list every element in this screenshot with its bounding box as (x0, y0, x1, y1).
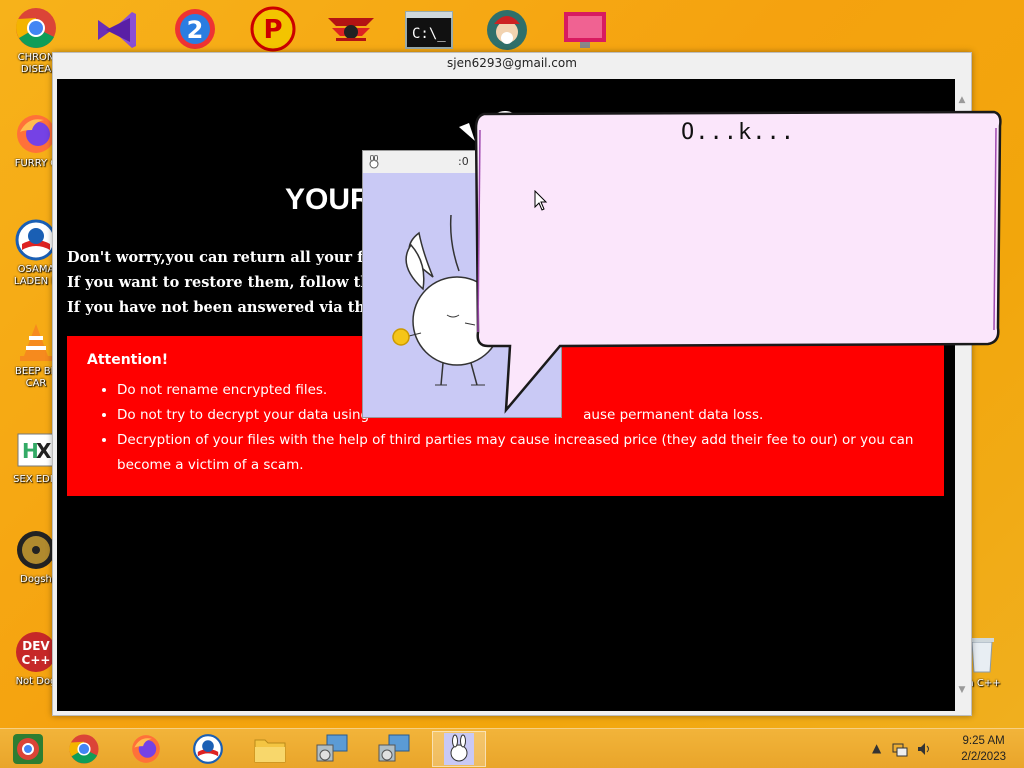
svg-text:C++: C++ (22, 653, 51, 667)
taskbar-program-2[interactable] (368, 731, 420, 767)
taskbar: ▲ 9:25 AM 2/2/2023 (0, 728, 1024, 768)
svg-text:DEV: DEV (22, 639, 50, 653)
taskbar-file-explorer[interactable] (244, 731, 296, 767)
installer-icon (378, 734, 410, 762)
start-button[interactable] (2, 731, 54, 767)
obama-logo-icon (193, 734, 223, 764)
firefox-icon (132, 735, 160, 763)
santa-game-icon[interactable] (482, 6, 532, 52)
clock-time: 9:25 AM (962, 735, 1005, 747)
svg-text:2: 2 (187, 16, 204, 44)
svg-text:C:\_: C:\_ (412, 26, 446, 42)
speech-bubble: O...k... (470, 106, 1006, 416)
visual-studio-icon[interactable] (92, 6, 142, 52)
show-hidden-icons-icon[interactable]: ▲ (872, 741, 881, 755)
taskbar-program-1[interactable] (306, 731, 358, 767)
volume-icon[interactable] (916, 741, 932, 757)
svg-text:P: P (263, 15, 282, 45)
speech-bubble-shape (474, 110, 1002, 414)
mouse-cursor-icon (534, 190, 548, 211)
scroll-up-icon[interactable]: ▲ (957, 95, 967, 105)
taskbar-chrome[interactable] (58, 731, 110, 767)
installer-icon (316, 734, 348, 762)
taskbar-obama[interactable] (182, 731, 234, 767)
folder-icon (254, 739, 286, 763)
command-prompt-icon[interactable]: C:\_ (404, 6, 454, 52)
chrome-icon (69, 734, 99, 764)
clock-date: 2/2/2023 (961, 751, 1006, 763)
taskbar-bunny-app[interactable] (432, 731, 486, 767)
note-line-1: Don't worry,you can return all your file… (67, 249, 391, 266)
svg-text:X: X (36, 439, 52, 463)
bunny-window-title: :0 (458, 155, 469, 168)
speech-bubble-text: O...k... (681, 120, 795, 145)
start-chrome-icon (13, 734, 43, 764)
number-two-icon[interactable]: 2 (170, 6, 220, 52)
note-line-3: If you have not been answered via the li (67, 299, 391, 316)
bunny-icon (444, 733, 474, 765)
network-icon[interactable] (892, 741, 908, 757)
window-title: sjen6293@gmail.com (53, 53, 971, 75)
bunny-icon (369, 155, 379, 169)
taskbar-firefox[interactable] (120, 731, 172, 767)
attention-heading: Attention! (87, 352, 169, 368)
system-clock[interactable]: 9:25 AM 2/2/2023 (961, 733, 1006, 765)
headline: YOUR (285, 183, 372, 216)
scroll-down-icon[interactable]: ▼ (957, 685, 967, 695)
monitor-hearts-icon[interactable] (560, 6, 610, 52)
p-logo-icon[interactable]: P (248, 6, 298, 52)
eagle-emblem-icon[interactable] (326, 6, 376, 52)
chrome-icon (14, 6, 58, 50)
note-line-2: If you want to restore them, follow this (67, 274, 385, 291)
list-item: Decryption of your files with the help o… (117, 428, 947, 478)
